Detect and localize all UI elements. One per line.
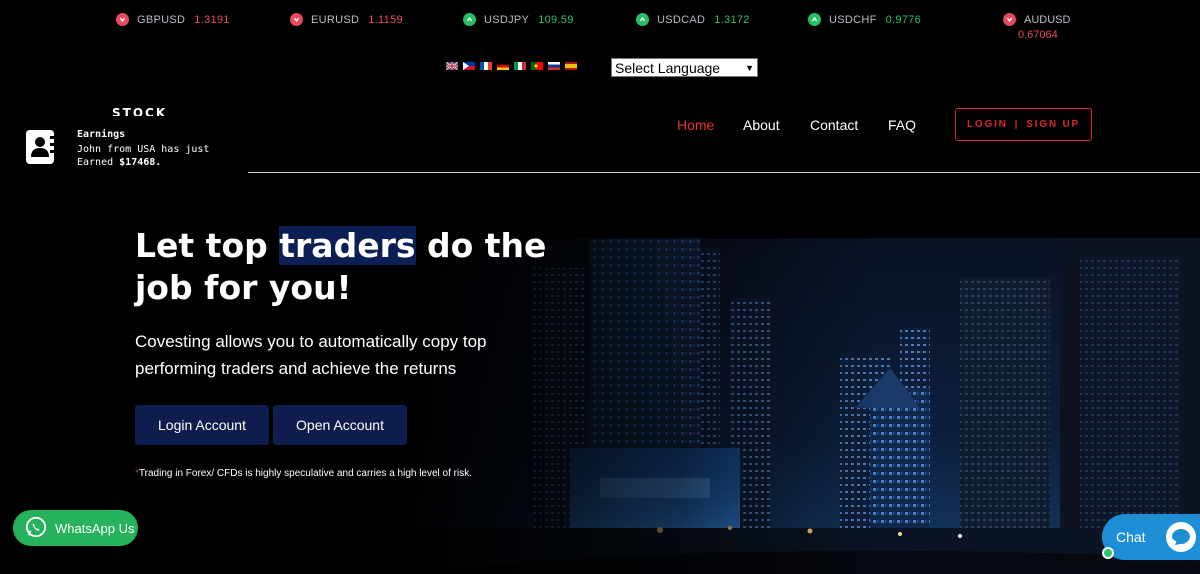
ticker-symbol: EURUSD	[311, 13, 360, 26]
russia-flag-icon[interactable]	[548, 57, 560, 70]
notification-line1: John from USA has just	[77, 144, 210, 155]
ticker-symbol: GBPUSD	[137, 13, 186, 26]
arrow-up-icon	[808, 13, 821, 26]
login-link[interactable]: LOGIN	[967, 119, 1008, 130]
open-account-button[interactable]: Open Account	[273, 405, 407, 445]
whatsapp-icon	[25, 516, 47, 541]
arrow-up-icon	[636, 13, 649, 26]
france-flag-icon[interactable]	[480, 57, 492, 70]
ticker-item: USDCAD 1.3172	[636, 13, 750, 26]
login-signup-box: LOGIN | SIGN UP	[955, 108, 1092, 141]
arrow-up-icon	[463, 13, 476, 26]
chevron-down-icon: ▼	[745, 62, 754, 73]
ticker-value: 1.1159	[368, 13, 403, 26]
site-logo[interactable]: STOCK	[112, 106, 167, 116]
philippines-flag-icon[interactable]	[463, 57, 475, 70]
chat-bubble-icon	[1166, 522, 1196, 552]
signup-link[interactable]: SIGN UP	[1026, 119, 1080, 130]
language-select[interactable]: Select Language ▼	[611, 58, 758, 77]
ticker-value: 0.9776	[885, 13, 922, 26]
nav-home[interactable]: Home	[677, 117, 714, 133]
ticker-symbol: USDCHF	[829, 13, 877, 26]
ticker-symbol: USDCAD	[657, 13, 706, 26]
language-flags	[445, 57, 577, 71]
whatsapp-label: WhatsApp Us	[55, 520, 135, 536]
ticker-item: USDCHF 0.9776	[808, 13, 921, 26]
notification-line2: Earned $17468.	[77, 156, 209, 169]
earnings-notification[interactable]: Earnings John from USA has just Earned $…	[9, 118, 248, 175]
chat-label: Chat	[1116, 529, 1146, 545]
ticker-value: 109.59	[538, 13, 574, 26]
ticker-value: 1.3191	[194, 13, 230, 26]
login-account-button[interactable]: Login Account	[135, 405, 269, 445]
notification-message: John from USA has just Earned $17468.	[77, 143, 209, 169]
whatsapp-button[interactable]: WhatsApp Us	[13, 510, 138, 546]
ticker-item: USDJPY 109.59	[463, 13, 574, 26]
arrow-down-icon	[1003, 13, 1016, 26]
notification-prefix: Earned	[77, 157, 114, 168]
disclaimer-text: Trading in Forex/ CFDs is highly specula…	[138, 468, 473, 479]
ticker-symbol: AUDUSD	[1024, 13, 1071, 26]
ticker-item: GBPUSD 1.3191	[116, 13, 230, 26]
currency-ticker: GBPUSD 1.3191 EURUSD 1.1159 USDJPY 109.5…	[0, 0, 1200, 50]
ticker-value: 0.67064	[1018, 29, 1058, 41]
chat-widget-button[interactable]: Chat	[1102, 514, 1200, 560]
hero-subtext: Covesting allows you to automatically co…	[135, 332, 487, 378]
logo-text: STOCK	[112, 106, 168, 116]
notification-amount: $17468.	[119, 157, 162, 168]
separator: |	[1014, 119, 1020, 130]
contact-book-icon	[26, 130, 54, 164]
uk-flag-icon[interactable]	[445, 57, 459, 71]
hero-headline: Let top traders do the job for you!	[135, 225, 555, 309]
arrow-down-icon	[290, 13, 303, 26]
nav-faq[interactable]: FAQ	[888, 117, 916, 133]
arrow-down-icon	[116, 13, 129, 26]
online-status-dot	[1102, 547, 1114, 559]
headline-part1: Let top	[135, 226, 268, 265]
portugal-flag-icon[interactable]	[531, 57, 543, 70]
notification-title: Earnings	[77, 129, 126, 140]
italy-flag-icon[interactable]	[514, 57, 526, 70]
germany-flag-icon[interactable]	[497, 57, 509, 70]
language-select-label: Select Language	[615, 59, 721, 76]
ticker-symbol: USDJPY	[484, 13, 530, 26]
ticker-item: EURUSD 1.1159	[290, 13, 403, 26]
headline-highlight: traders	[279, 226, 416, 265]
ticker-item: AUDUSD 0.67064	[1003, 13, 1070, 41]
spain-flag-icon[interactable]	[565, 57, 577, 70]
risk-disclaimer: *Trading in Forex/ CFDs is highly specul…	[135, 468, 472, 479]
nav-about[interactable]: About	[743, 117, 780, 133]
ticker-value: 1.3172	[714, 13, 750, 26]
nav-contact[interactable]: Contact	[810, 117, 858, 133]
header-divider	[248, 172, 1200, 173]
